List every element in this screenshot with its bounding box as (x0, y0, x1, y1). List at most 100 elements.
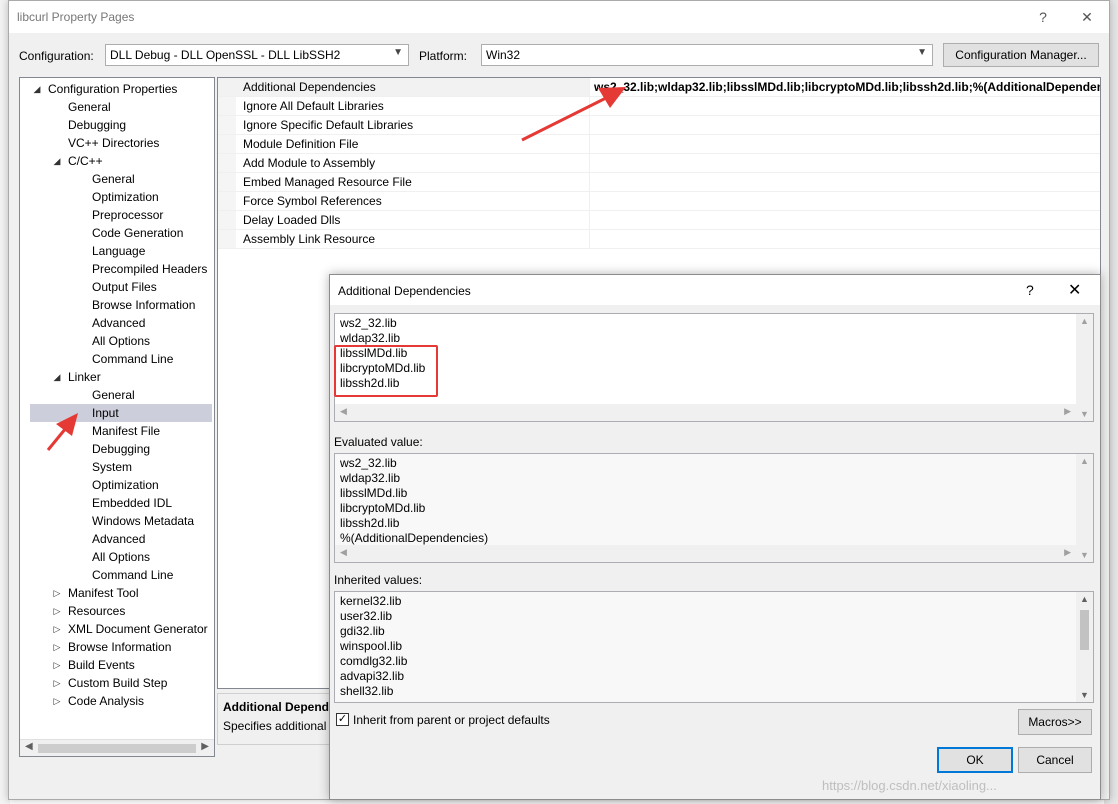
tree-item[interactable]: Language (20, 242, 214, 260)
property-row[interactable]: Ignore Specific Default Libraries (218, 116, 1100, 135)
tree-item[interactable]: Manifest File (20, 422, 214, 440)
macros-button[interactable]: Macros>> (1018, 709, 1092, 735)
tree-item[interactable]: General (20, 98, 214, 116)
tree-item[interactable]: ◢ Configuration Properties (20, 80, 214, 98)
close-icon[interactable]: ✕ (1067, 5, 1107, 29)
evaluated-horizontal-scrollbar[interactable]: ◀ ▶ (335, 545, 1076, 562)
tree-item[interactable]: ▷ XML Document Generator (20, 620, 214, 638)
scroll-up-icon[interactable]: ▲ (1076, 594, 1093, 604)
scroll-down-icon[interactable]: ▼ (1076, 690, 1093, 700)
tree-item[interactable]: All Options (20, 548, 214, 566)
tree-item[interactable]: Windows Metadata (20, 512, 214, 530)
tree-item[interactable]: Output Files (20, 278, 214, 296)
evaluated-vertical-scrollbar[interactable]: ▲ ▼ (1076, 454, 1093, 562)
cancel-button[interactable]: Cancel (1018, 747, 1092, 773)
inherit-checkbox[interactable]: ✓ (336, 713, 349, 726)
property-row[interactable]: Delay Loaded Dlls (218, 211, 1100, 230)
property-tree[interactable]: ▷ Code Analysis ▷ Custom Build Step ▷ Build E… (19, 77, 215, 757)
tree-item[interactable]: VC++ Directories (20, 134, 214, 152)
tree-item[interactable]: Debugging (20, 116, 214, 134)
tree-item[interactable]: General (20, 386, 214, 404)
scroll-right-icon[interactable]: ▶ (1064, 406, 1071, 417)
help-icon[interactable]: ? (1023, 5, 1063, 29)
tree-item[interactable]: System (20, 458, 214, 476)
collapsed-arrow-icon[interactable]: ▷ (52, 620, 62, 638)
editor-vertical-scrollbar[interactable]: ▲ ▼ (1076, 314, 1093, 421)
collapsed-arrow-icon[interactable]: ▷ (52, 638, 62, 656)
tree-horizontal-scrollbar[interactable]: ◀ ▶ (20, 739, 214, 756)
tree-item[interactable]: All Options (20, 332, 214, 350)
property-row[interactable]: Module Definition File (218, 135, 1100, 154)
tree-item-label: Optimization (92, 190, 159, 204)
tree-item[interactable]: ◢ Linker (20, 368, 214, 386)
tree-item[interactable]: General (20, 170, 214, 188)
tree-item-label: Linker (68, 370, 101, 384)
tree-item[interactable]: ▷ Browse Information (20, 638, 214, 656)
tree-item[interactable]: Debugging (20, 440, 214, 458)
tree-item-label: Command Line (92, 352, 174, 366)
tree-item[interactable]: Precompiled Headers (20, 260, 214, 278)
property-row[interactable]: Assembly Link Resource (218, 230, 1100, 249)
annotation-highlight-box (334, 345, 438, 397)
tree-item[interactable]: ▷ Manifest Tool (20, 584, 214, 602)
tree-item[interactable]: ▷ Build Events (20, 656, 214, 674)
configuration-select[interactable]: DLL Debug - DLL OpenSSL - DLL LibSSH2 ▼ (105, 44, 409, 66)
configuration-manager-button[interactable]: Configuration Manager... (943, 43, 1099, 67)
property-row[interactable]: Force Symbol References (218, 192, 1100, 211)
collapsed-arrow-icon[interactable]: ▷ (52, 656, 62, 674)
inherited-values-box[interactable]: ▲ ▼ kernel32.lib user32.lib gdi32.lib winsp… (334, 591, 1094, 703)
tree-item[interactable]: Advanced (20, 530, 214, 548)
expanded-arrow-icon[interactable]: ◢ (32, 80, 42, 98)
expanded-arrow-icon[interactable]: ◢ (52, 152, 62, 170)
scroll-down-icon[interactable]: ▼ (1076, 550, 1093, 560)
tree-item[interactable]: ◢ C/C++ (20, 152, 214, 170)
property-row[interactable]: Additional Dependencies ws2_32.lib;wldap3… (218, 78, 1100, 97)
tree-item-label: VC++ Directories (68, 136, 160, 150)
expanded-arrow-icon[interactable]: ◢ (52, 368, 62, 386)
tree-item[interactable]: Code Generation (20, 224, 214, 242)
property-row[interactable]: Add Module to Assembly (218, 154, 1100, 173)
text-line: libcryptoMDd.lib (340, 501, 426, 515)
property-row[interactable]: Embed Managed Resource File (218, 173, 1100, 192)
scroll-left-icon[interactable]: ◀ (340, 406, 347, 417)
tree-item[interactable]: Input (30, 404, 212, 422)
tree-item[interactable]: Command Line (20, 350, 214, 368)
tree-item[interactable]: Advanced (20, 314, 214, 332)
tree-item[interactable]: Browse Information (20, 296, 214, 314)
scroll-thumb[interactable] (1080, 610, 1089, 650)
tree-item[interactable]: Embedded IDL (20, 494, 214, 512)
scroll-right-icon[interactable]: ▶ (1064, 547, 1071, 558)
property-value[interactable]: ws2_32.lib;wldap32.lib;libsslMDd.lib;lib… (594, 80, 1100, 94)
scroll-up-icon[interactable]: ▲ (1076, 456, 1093, 466)
platform-select[interactable]: Win32 ▼ (481, 44, 933, 66)
scroll-thumb[interactable] (38, 744, 196, 753)
collapsed-arrow-icon[interactable]: ▷ (52, 584, 62, 602)
tree-item[interactable]: Optimization (20, 188, 214, 206)
scroll-right-icon[interactable]: ▶ (201, 741, 209, 752)
tree-item[interactable]: ▷ Code Analysis (20, 692, 214, 710)
ok-button[interactable]: OK (937, 747, 1013, 773)
scroll-left-icon[interactable]: ◀ (340, 547, 347, 558)
scroll-up-icon[interactable]: ▲ (1076, 316, 1093, 326)
property-name: Assembly Link Resource (243, 232, 376, 246)
text-line: user32.lib (340, 609, 393, 623)
scroll-left-icon[interactable]: ◀ (25, 741, 33, 752)
property-row[interactable]: Ignore All Default Libraries (218, 97, 1100, 116)
collapsed-arrow-icon[interactable]: ▷ (52, 674, 62, 692)
tree-item[interactable]: Optimization (20, 476, 214, 494)
evaluated-value-box[interactable]: ▲ ▼ ◀ ▶ ws2_32.lib wldap32.lib libsslMDd.l… (334, 453, 1094, 563)
scroll-down-icon[interactable]: ▼ (1076, 409, 1093, 419)
collapsed-arrow-icon[interactable]: ▷ (52, 692, 62, 710)
inherited-vertical-scrollbar[interactable]: ▲ ▼ (1076, 592, 1093, 702)
close-icon[interactable]: ✕ (1068, 280, 1081, 300)
tree-item[interactable]: Preprocessor (20, 206, 214, 224)
help-icon[interactable]: ? (1026, 282, 1034, 298)
dependencies-editor[interactable]: ▲ ▼ ◀ ▶ ws2_32.lib wldap32.lib libsslMDd.l… (334, 313, 1094, 422)
tree-item[interactable]: Command Line (20, 566, 214, 584)
tree-item[interactable]: ▷ Custom Build Step (20, 674, 214, 692)
editor-horizontal-scrollbar[interactable]: ◀ ▶ (335, 404, 1076, 421)
tree-item[interactable]: ▷ Resources (20, 602, 214, 620)
additional-dependencies-dialog: Additional Dependencies ? ✕ ▲ ▼ ◀ ▶ ws2_… (329, 274, 1101, 800)
collapsed-arrow-icon[interactable]: ▷ (52, 602, 62, 620)
text-line: libssh2d.lib (340, 516, 400, 530)
